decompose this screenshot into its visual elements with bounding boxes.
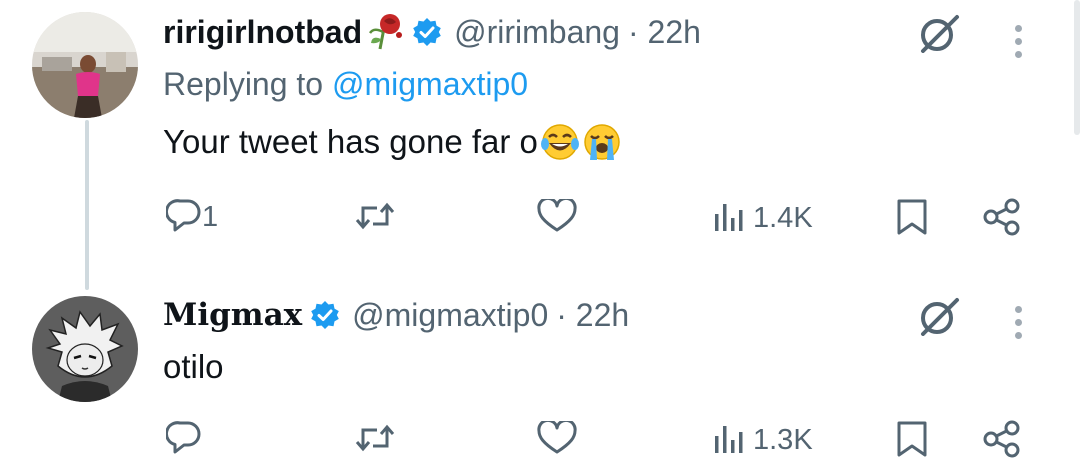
grok-icon[interactable] [915, 13, 965, 53]
timestamp[interactable]: · 22h [556, 297, 629, 334]
avatar[interactable] [32, 296, 138, 402]
retweet-button[interactable] [355, 422, 395, 459]
views-icon [713, 422, 747, 459]
like-icon [537, 418, 577, 460]
retweet-button[interactable] [355, 200, 395, 237]
like-button[interactable] [537, 418, 577, 460]
bookmark-icon [895, 198, 929, 241]
tweet-text: otilo [163, 348, 224, 386]
views-button[interactable]: 1.4K [713, 200, 813, 237]
timestamp[interactable]: · 22h [628, 14, 701, 51]
bookmark-button[interactable] [895, 198, 929, 241]
share-button[interactable] [982, 420, 1022, 463]
display-name[interactable]: ririgirlnotbad [163, 14, 362, 51]
handle[interactable]: @ririmbang [454, 14, 620, 51]
share-icon [982, 198, 1022, 241]
like-icon [537, 196, 577, 238]
retweet-icon [355, 422, 395, 459]
reply-count: 1 [202, 201, 219, 233]
bookmark-icon [895, 420, 929, 463]
share-icon [982, 420, 1022, 463]
scrollbar[interactable] [1074, 0, 1080, 135]
tweet-text: Your tweet has gone far o [163, 122, 622, 162]
reply-icon [165, 419, 202, 460]
reply-button[interactable] [165, 419, 208, 460]
views-count: 1.4K [753, 202, 813, 234]
views-icon [713, 200, 747, 237]
crying-emoji-icon [582, 122, 622, 162]
replying-to: Replying to @migmaxtip0 [163, 66, 528, 103]
handle[interactable]: @migmaxtip0 [352, 297, 548, 334]
tweet-text-content: otilo [163, 348, 224, 385]
views-count: 1.3K [753, 424, 813, 456]
replying-to-label: Replying to [163, 66, 332, 102]
tweet-actions: 1.3K [0, 414, 1080, 464]
joy-emoji-icon [540, 122, 580, 162]
like-button[interactable] [537, 196, 577, 238]
more-icon[interactable] [1015, 25, 1022, 58]
tweet-header: ririgirlnotbad @ririmbang · 22h [163, 12, 701, 52]
bookmark-button[interactable] [895, 420, 929, 463]
display-name[interactable]: Migmax [163, 297, 302, 333]
more-icon[interactable] [1015, 306, 1022, 339]
verified-icon[interactable] [310, 300, 340, 330]
tweet-text-content: Your tweet has gone far o [163, 123, 538, 160]
retweet-icon [355, 200, 395, 237]
tweet-header: Migmax @migmaxtip0 · 22h [163, 295, 629, 335]
reply-button[interactable]: 1 [165, 197, 219, 238]
views-button[interactable]: 1.3K [713, 422, 813, 459]
wilted-rose-icon [368, 13, 404, 51]
reply-mention-link[interactable]: @migmaxtip0 [332, 66, 528, 102]
verified-icon[interactable] [412, 17, 442, 47]
share-button[interactable] [982, 198, 1022, 241]
grok-icon[interactable] [915, 296, 965, 336]
tweet-actions: 1 1.4K [0, 192, 1080, 242]
reply-icon [165, 197, 202, 238]
avatar[interactable] [32, 12, 138, 118]
